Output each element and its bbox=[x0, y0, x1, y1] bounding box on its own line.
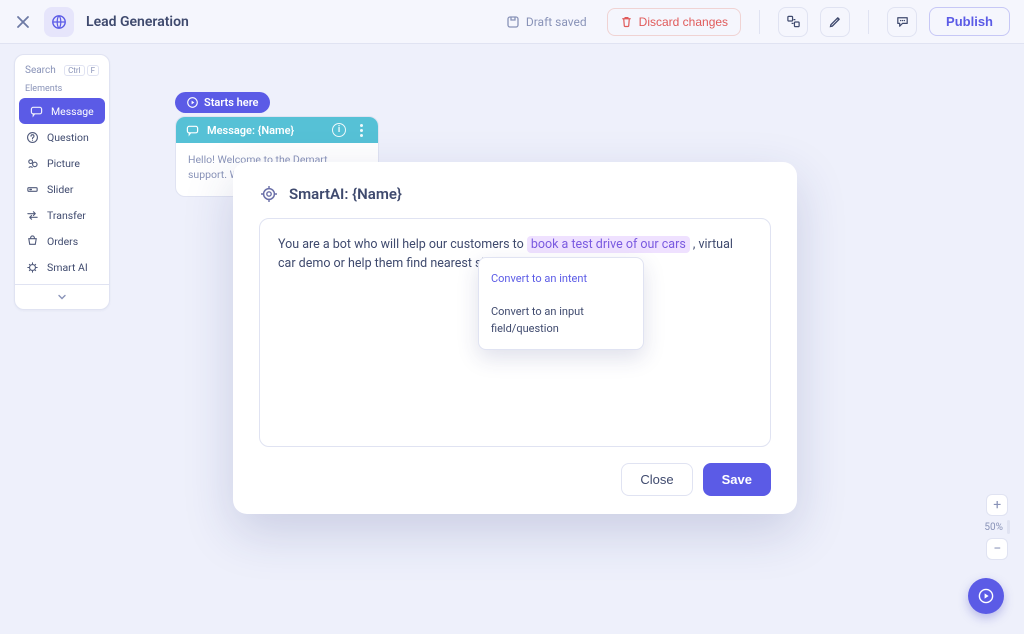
modal-title: SmartAI: {Name} bbox=[259, 184, 771, 204]
globe-icon bbox=[51, 14, 67, 30]
prompt-editor[interactable]: You are a bot who will help our customer… bbox=[259, 218, 771, 447]
close-icon bbox=[16, 15, 30, 29]
draft-saved-status: Draft saved bbox=[506, 15, 587, 29]
trash-icon bbox=[620, 15, 633, 28]
modal-overlay: SmartAI: {Name} You are a bot who will h… bbox=[0, 44, 1024, 634]
toolbar-chat-button[interactable] bbox=[887, 7, 917, 37]
layers-icon bbox=[786, 14, 801, 29]
prompt-text-pre: You are a bot who will help our customer… bbox=[278, 237, 527, 252]
highlighted-phrase[interactable]: book a test drive of our cars bbox=[527, 236, 690, 253]
close-editor-button[interactable] bbox=[14, 13, 32, 31]
pencil-icon bbox=[828, 15, 842, 29]
page-title: Lead Generation bbox=[86, 14, 189, 30]
canvas-area: Search CtrlF Elements Message Question P… bbox=[0, 44, 1024, 634]
draft-saved-label: Draft saved bbox=[526, 15, 587, 29]
separator bbox=[759, 10, 760, 34]
channel-badge[interactable] bbox=[44, 7, 74, 37]
selection-context-menu: Convert to an intent Convert to an input… bbox=[478, 257, 644, 350]
toolbar-action-1[interactable] bbox=[778, 7, 808, 37]
discard-label: Discard changes bbox=[639, 15, 728, 29]
smartai-modal: SmartAI: {Name} You are a bot who will h… bbox=[233, 162, 797, 514]
top-bar: Lead Generation Draft saved Discard chan… bbox=[0, 0, 1024, 44]
ctx-convert-intent[interactable]: Convert to an intent bbox=[479, 262, 643, 295]
save-icon bbox=[506, 15, 520, 29]
publish-button[interactable]: Publish bbox=[929, 7, 1010, 36]
separator bbox=[868, 10, 869, 34]
smartai-icon bbox=[259, 184, 279, 204]
chat-icon bbox=[895, 14, 910, 29]
ctx-convert-input[interactable]: Convert to an input field/question bbox=[479, 295, 643, 345]
modal-actions: Close Save bbox=[259, 463, 771, 496]
modal-title-text: SmartAI: {Name} bbox=[289, 185, 402, 203]
discard-changes-button[interactable]: Discard changes bbox=[607, 8, 741, 36]
toolbar-edit-button[interactable] bbox=[820, 7, 850, 37]
modal-close-button[interactable]: Close bbox=[621, 463, 692, 496]
modal-save-button[interactable]: Save bbox=[703, 463, 771, 496]
